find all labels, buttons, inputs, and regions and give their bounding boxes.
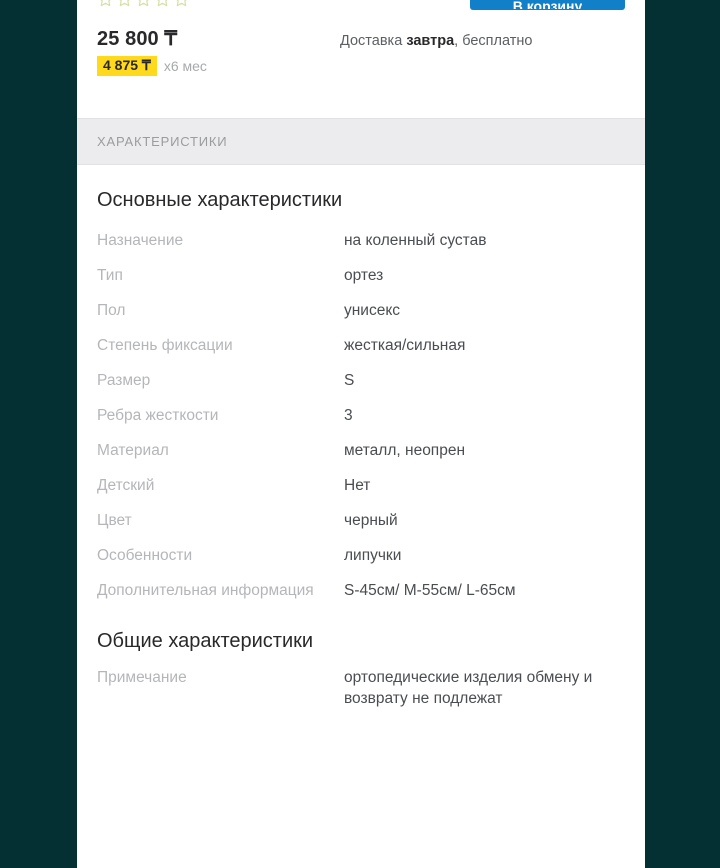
spec-label: Детский bbox=[97, 477, 155, 494]
spec-label: Материал bbox=[97, 442, 169, 459]
spec-value: 3 bbox=[344, 407, 353, 424]
spec-row: Пол унисекс bbox=[97, 293, 625, 328]
credit-row[interactable]: 4 875 ₸ x6 мес bbox=[97, 56, 207, 76]
spec-row: Особенности липучки bbox=[97, 538, 625, 573]
add-to-cart-label: В корзину bbox=[512, 0, 583, 9]
spec-row: Материал металл, неопрен bbox=[97, 433, 625, 468]
spec-row: Примечание ортопедические изделия обмену … bbox=[97, 660, 625, 716]
section-tabs: ХАРАКТЕРИСТИКИ bbox=[77, 118, 645, 165]
delivery-suffix: , бесплатно bbox=[454, 33, 533, 49]
price-block: 25 800 ₸ 4 875 ₸ x6 мес bbox=[97, 27, 207, 76]
spec-value: металл, неопрен bbox=[344, 442, 466, 459]
star-outline-icon bbox=[138, 0, 149, 7]
spec-label: Особенности bbox=[97, 547, 193, 564]
credit-monthly-badge: 4 875 ₸ bbox=[97, 56, 157, 76]
spec-label: Степень фиксации bbox=[97, 337, 233, 354]
credit-term-label: x6 мес bbox=[163, 58, 207, 74]
spec-value: S bbox=[344, 372, 355, 389]
app-viewport: В корзину 25 800 ₸ 4 875 ₸ x6 мес Достав… bbox=[0, 0, 720, 868]
spec-value: ортез bbox=[344, 267, 384, 284]
delivery-prefix: Доставка bbox=[340, 33, 407, 49]
product-page: В корзину 25 800 ₸ 4 875 ₸ x6 мес Достав… bbox=[77, 0, 645, 868]
spec-label: Размер bbox=[97, 372, 151, 389]
delivery-info: Доставка завтра, бесплатно bbox=[340, 33, 532, 49]
rating-stars[interactable] bbox=[97, 0, 190, 8]
spec-row: Назначение на коленный сустав bbox=[97, 223, 625, 258]
spec-row: Ребра жесткости 3 bbox=[97, 398, 625, 433]
spec-row: Степень фиксации жесткая/сильная bbox=[97, 328, 625, 363]
spec-row: Тип ортез bbox=[97, 258, 625, 293]
spec-row: Размер S bbox=[97, 363, 625, 398]
spec-row: Цвет черный bbox=[97, 503, 625, 538]
spec-label: Назначение bbox=[97, 232, 184, 249]
spec-label: Тип bbox=[97, 267, 123, 284]
spec-label: Цвет bbox=[97, 512, 132, 529]
spec-value: Нет bbox=[344, 477, 371, 494]
spec-label: Дополнительная информация bbox=[97, 582, 314, 599]
spec-value: на коленный сустав bbox=[344, 232, 487, 249]
spec-value: черный bbox=[344, 512, 398, 529]
spec-row: Детский Нет bbox=[97, 468, 625, 503]
spec-label: Ребра жесткости bbox=[97, 407, 219, 424]
star-outline-icon bbox=[119, 0, 130, 7]
star-outline-icon bbox=[157, 0, 168, 7]
spec-value: унисекс bbox=[344, 302, 401, 319]
spec-label: Примечание bbox=[97, 669, 187, 686]
delivery-emphasis: завтра bbox=[406, 33, 455, 49]
tab-characteristics[interactable]: ХАРАКТЕРИСТИКИ bbox=[97, 134, 227, 149]
star-outline-icon bbox=[100, 0, 111, 7]
spec-row: Дополнительная информация S-45см/ M-55см/… bbox=[97, 573, 625, 608]
spec-value: жесткая/сильная bbox=[344, 337, 466, 354]
spec-value: S-45см/ M-55см/ L-65см bbox=[344, 582, 516, 599]
spec-label: Пол bbox=[97, 302, 126, 319]
spec-group-title: Основные характеристики bbox=[97, 189, 343, 211]
price-amount: 25 800 ₸ bbox=[97, 28, 178, 50]
spec-value: липучки bbox=[344, 547, 402, 564]
spec-value: ортопедические изделия обмену и возврату… bbox=[344, 669, 593, 707]
specifications: Основные характеристики Назначение на коле… bbox=[77, 187, 645, 716]
add-to-cart-button[interactable]: В корзину bbox=[470, 0, 625, 10]
spec-group-title: Общие характеристики bbox=[97, 630, 314, 652]
product-summary: В корзину 25 800 ₸ 4 875 ₸ x6 мес Достав… bbox=[77, 0, 645, 118]
star-outline-icon bbox=[176, 0, 187, 7]
